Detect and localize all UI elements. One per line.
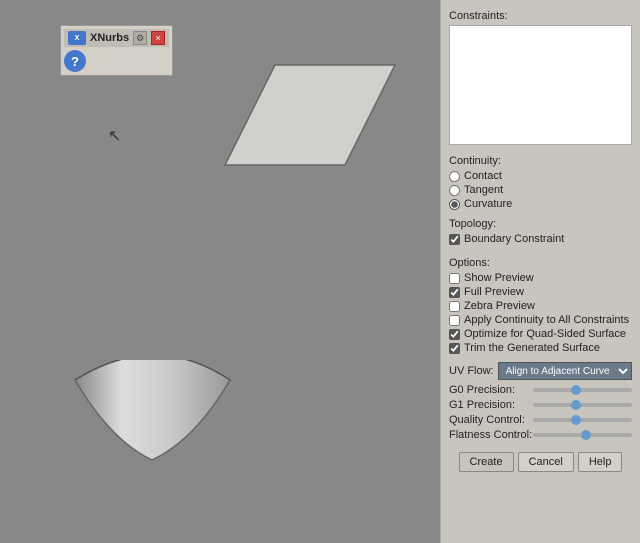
g1-precision-label: G1 Precision: [449,399,529,411]
xnurbs-gear-button[interactable]: ⚙ [133,31,147,45]
zebra-preview-label: Zebra Preview [464,300,535,312]
show-preview-label: Show Preview [464,272,534,284]
g1-precision-row: G1 Precision: [449,399,632,411]
radio-contact[interactable]: Contact [449,170,632,182]
checkbox-show-preview[interactable]: Show Preview [449,272,632,284]
checkbox-trim-surface[interactable]: Trim the Generated Surface [449,342,632,354]
flatness-control-track[interactable] [533,433,632,437]
topology-label: Topology: [449,218,632,230]
constraints-box[interactable] [449,25,632,145]
cancel-button[interactable]: Cancel [518,452,574,472]
3d-curve-shape [65,360,240,493]
g0-precision-row: G0 Precision: [449,384,632,396]
checkbox-optimize-quad[interactable]: Optimize for Quad-Sided Surface [449,328,632,340]
quality-control-thumb[interactable] [571,415,581,425]
checkbox-zebra-preview[interactable]: Zebra Preview [449,300,632,312]
radio-tangent[interactable]: Tangent [449,184,632,196]
options-section: Options: Show Preview Full Preview Zebra… [449,253,632,358]
bottom-buttons: Create Cancel Help [449,452,632,472]
properties-panel: Constraints: Continuity: Contact Tangent… [440,0,640,543]
xnurbs-title-bar: X XNurbs ⚙ × [64,29,169,47]
flatness-control-label: Flatness Control: [449,429,529,441]
uv-flow-row: UV Flow: Align to Adjacent Curve Auto Ma… [449,362,632,380]
g0-precision-track[interactable] [533,388,632,392]
checkbox-boundary[interactable]: Boundary Constraint [449,233,632,245]
xnurbs-panel: X XNurbs ⚙ × ? [60,25,173,76]
quality-control-track[interactable] [533,418,632,422]
radio-curvature-label: Curvature [464,198,512,210]
xnurbs-close-button[interactable]: × [151,31,165,45]
quality-control-label: Quality Control: [449,414,529,426]
uv-flow-label: UV Flow: [449,365,494,377]
topology-section: Topology: Boundary Constraint [449,214,632,249]
checkbox-full-preview[interactable]: Full Preview [449,286,632,298]
optimize-quad-label: Optimize for Quad-Sided Surface [464,328,626,340]
g0-precision-label: G0 Precision: [449,384,529,396]
radio-contact-label: Contact [464,170,502,182]
flatness-control-thumb[interactable] [581,430,591,440]
xnurbs-title: XNurbs [90,32,129,44]
radio-curvature[interactable]: Curvature [449,198,632,210]
options-checkbox-group: Show Preview Full Preview Zebra Preview … [449,272,632,354]
checkbox-boundary-label: Boundary Constraint [464,233,564,245]
checkbox-apply-continuity[interactable]: Apply Continuity to All Constraints [449,314,632,326]
options-label: Options: [449,257,632,269]
radio-tangent-label: Tangent [464,184,503,196]
constraints-label: Constraints: [449,10,632,22]
g0-precision-thumb[interactable] [571,385,581,395]
g1-precision-track[interactable] [533,403,632,407]
create-button[interactable]: Create [459,452,514,472]
uv-flow-select[interactable]: Align to Adjacent Curve Auto Manual [498,362,632,380]
trim-surface-label: Trim the Generated Surface [464,342,600,354]
topology-checkbox-group: Boundary Constraint [449,233,632,245]
apply-continuity-label: Apply Continuity to All Constraints [464,314,629,326]
flatness-control-row: Flatness Control: [449,429,632,441]
full-preview-label: Full Preview [464,286,524,298]
continuity-label: Continuity: [449,155,632,167]
g1-precision-thumb[interactable] [571,400,581,410]
continuity-radio-group: Contact Tangent Curvature [449,170,632,210]
quality-control-row: Quality Control: [449,414,632,426]
mouse-cursor: ↖ [108,126,121,146]
xnurbs-logo-icon: X [68,31,86,45]
3d-viewport[interactable]: X XNurbs ⚙ × ? ↖ [0,0,440,543]
xnurbs-help-button[interactable]: ? [64,50,86,72]
help-button[interactable]: Help [578,452,623,472]
